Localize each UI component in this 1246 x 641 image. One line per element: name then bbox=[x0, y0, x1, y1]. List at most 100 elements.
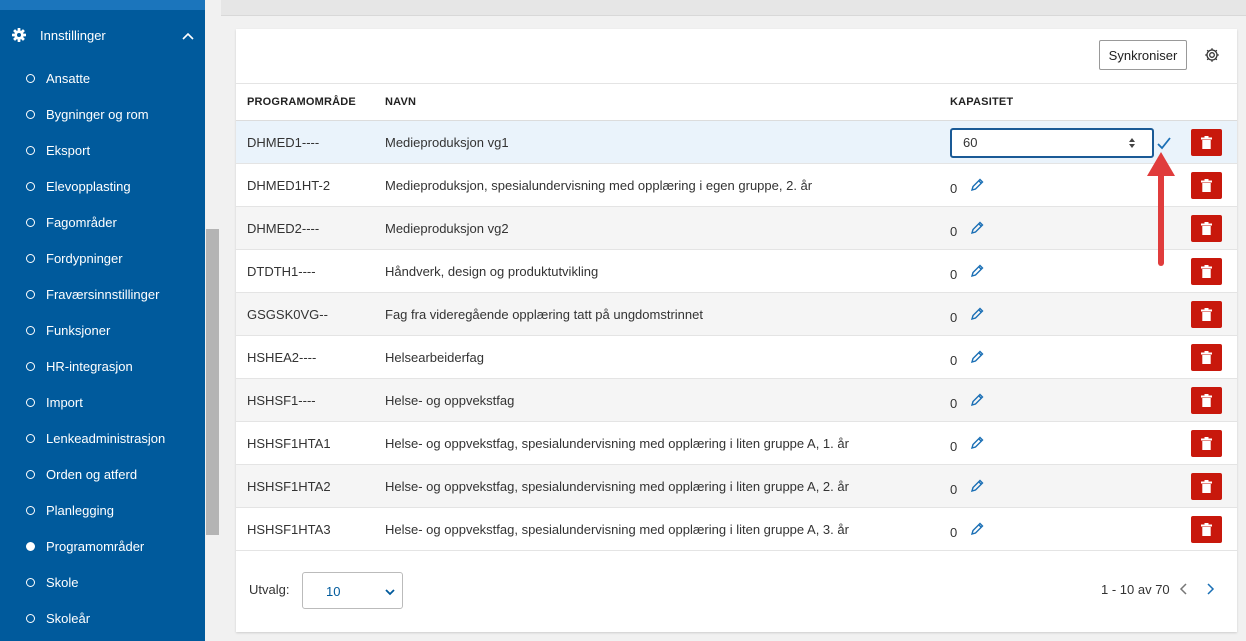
pencil-icon[interactable] bbox=[969, 392, 985, 408]
row-code: HSHSF1---- bbox=[247, 393, 316, 408]
delete-button[interactable] bbox=[1191, 301, 1222, 328]
table-row: HSHSF1HTA1 Helse- og oppvekstfag, spesia… bbox=[236, 422, 1237, 465]
sidebar-item-hr-integrasjon[interactable]: HR-integrasjon bbox=[0, 349, 205, 385]
capacity-input[interactable]: 60 bbox=[950, 128, 1154, 158]
spinner-arrows-icon[interactable] bbox=[1127, 136, 1137, 150]
sidebar-item-lenkeadministrasjon[interactable]: Lenkeadministrasjon bbox=[0, 421, 205, 457]
settings-section-label: Innstillinger bbox=[40, 28, 106, 43]
bullet-icon bbox=[26, 146, 35, 155]
pencil-icon[interactable] bbox=[969, 521, 985, 537]
bullet-icon bbox=[26, 218, 35, 227]
sidebar-item-skole[interactable]: Skole bbox=[0, 565, 205, 601]
sidebar-item-label: Funksjoner bbox=[46, 323, 111, 338]
trash-icon bbox=[1201, 480, 1212, 493]
delete-button[interactable] bbox=[1191, 258, 1222, 285]
delete-button[interactable] bbox=[1191, 215, 1222, 242]
settings-section-header[interactable]: Innstillinger bbox=[0, 20, 205, 52]
pencil-icon[interactable] bbox=[969, 435, 985, 451]
trash-icon bbox=[1201, 523, 1212, 536]
sidebar-item-bygninger-og-rom[interactable]: Bygninger og rom bbox=[0, 97, 205, 133]
row-code: HSHSF1HTA3 bbox=[247, 522, 331, 537]
trash-icon bbox=[1201, 351, 1212, 364]
settings-gear-icon[interactable] bbox=[1204, 47, 1220, 63]
pencil-icon[interactable] bbox=[969, 177, 985, 193]
sidebar-item-programomrader[interactable]: Programområder bbox=[0, 529, 205, 565]
sidebar-item-label: Elevopplasting bbox=[46, 179, 131, 194]
bullet-icon bbox=[26, 110, 35, 119]
header-kapasitet[interactable]: KAPASITET bbox=[950, 96, 1013, 108]
sidebar-item-label: Fordypninger bbox=[46, 251, 123, 266]
pencil-icon[interactable] bbox=[969, 478, 985, 494]
sidebar-item-eksport[interactable]: Eksport bbox=[0, 133, 205, 169]
delete-button[interactable] bbox=[1191, 344, 1222, 371]
sidebar-item-label: Skoleår bbox=[46, 611, 91, 626]
delete-button[interactable] bbox=[1191, 516, 1222, 543]
table-row: HSHSF1---- Helse- og oppvekstfag 0 bbox=[236, 379, 1237, 422]
sync-button[interactable]: Synkroniser bbox=[1099, 40, 1187, 70]
sidebar-item-elevopplasting[interactable]: Elevopplasting bbox=[0, 169, 205, 205]
delete-button[interactable] bbox=[1191, 430, 1222, 457]
header-programomrade[interactable]: PROGRAMOMRÅDE bbox=[247, 96, 356, 108]
sidebar-scrollbar-thumb[interactable] bbox=[206, 229, 219, 535]
row-name: Håndverk, design og produktutvikling bbox=[385, 264, 599, 279]
row-code: DHMED1HT-2 bbox=[247, 178, 331, 193]
sidebar: Innstillinger Ansatte Bygninger og rom E… bbox=[0, 0, 205, 641]
sidebar-item-fravaersinnstillinger[interactable]: Fraværsinnstillinger bbox=[0, 277, 205, 313]
table-row: DHMED2---- Medieproduksjon vg2 0 bbox=[236, 207, 1237, 250]
row-code: DHMED2---- bbox=[247, 221, 320, 236]
chevron-up-icon bbox=[182, 32, 194, 40]
delete-button[interactable] bbox=[1191, 473, 1222, 500]
delete-button[interactable] bbox=[1191, 172, 1222, 199]
row-name: Helse- og oppvekstfag, spesialundervisni… bbox=[385, 522, 849, 537]
sidebar-item-label: Programområder bbox=[46, 539, 145, 554]
row-name: Fag fra videregående opplæring tatt på u… bbox=[385, 307, 703, 322]
sidebar-item-ansatte[interactable]: Ansatte bbox=[0, 61, 205, 97]
sidebar-item-fagomrader[interactable]: Fagområder bbox=[0, 205, 205, 241]
table-row: HSHEA2---- Helsearbeiderfag 0 bbox=[236, 336, 1237, 379]
chevron-right-icon[interactable] bbox=[1203, 582, 1217, 596]
bullet-icon bbox=[26, 290, 35, 299]
table-row: DHMED1---- Medieproduksjon vg1 60 bbox=[236, 121, 1237, 164]
sidebar-item-label: Fagområder bbox=[46, 215, 117, 230]
sidebar-top-strip bbox=[0, 0, 205, 10]
row-code: DTDTH1---- bbox=[247, 264, 316, 279]
bullet-active-icon bbox=[26, 542, 35, 551]
row-name: Helse- og oppvekstfag, spesialundervisni… bbox=[385, 479, 849, 494]
row-capacity: 0 bbox=[950, 439, 958, 454]
page-size-select[interactable]: 10 bbox=[302, 572, 403, 609]
capacity-input-value: 60 bbox=[963, 135, 978, 150]
bullet-icon bbox=[26, 182, 35, 191]
program-areas-card: Synkroniser PROGRAMOMRÅDE NAVN KAPASITET… bbox=[236, 29, 1237, 632]
sidebar-item-funksjoner[interactable]: Funksjoner bbox=[0, 313, 205, 349]
row-capacity: 0 bbox=[950, 310, 958, 325]
sidebar-item-orden-og-atferd[interactable]: Orden og atferd bbox=[0, 457, 205, 493]
pagination-text: 1 - 10 av 70 bbox=[1101, 582, 1170, 597]
header-navn[interactable]: NAVN bbox=[385, 96, 416, 108]
row-capacity: 0 bbox=[950, 396, 958, 411]
delete-button[interactable] bbox=[1191, 129, 1222, 156]
pencil-icon[interactable] bbox=[969, 306, 985, 322]
trash-icon bbox=[1201, 136, 1212, 149]
bullet-icon bbox=[26, 470, 35, 479]
annotation-arrow-icon bbox=[1147, 152, 1175, 266]
trash-icon bbox=[1201, 437, 1212, 450]
sidebar-item-fordypninger[interactable]: Fordypninger bbox=[0, 241, 205, 277]
pencil-icon[interactable] bbox=[969, 263, 985, 279]
chevron-down-icon bbox=[385, 589, 395, 596]
table-row: DTDTH1---- Håndverk, design og produktut… bbox=[236, 250, 1237, 293]
chevron-left-icon[interactable] bbox=[1177, 582, 1191, 596]
row-code: DHMED1---- bbox=[247, 135, 320, 150]
bullet-icon bbox=[26, 74, 35, 83]
trash-icon bbox=[1201, 308, 1212, 321]
pencil-icon[interactable] bbox=[969, 220, 985, 236]
pencil-icon[interactable] bbox=[969, 349, 985, 365]
sidebar-item-label: Planlegging bbox=[46, 503, 114, 518]
delete-button[interactable] bbox=[1191, 387, 1222, 414]
row-capacity: 0 bbox=[950, 181, 958, 196]
row-name: Helse- og oppvekstfag bbox=[385, 393, 515, 408]
sidebar-item-planlegging[interactable]: Planlegging bbox=[0, 493, 205, 529]
sidebar-item-skolear[interactable]: Skoleår bbox=[0, 601, 205, 637]
check-icon[interactable] bbox=[1156, 135, 1172, 151]
top-strip bbox=[221, 0, 1246, 16]
sidebar-item-import[interactable]: Import bbox=[0, 385, 205, 421]
